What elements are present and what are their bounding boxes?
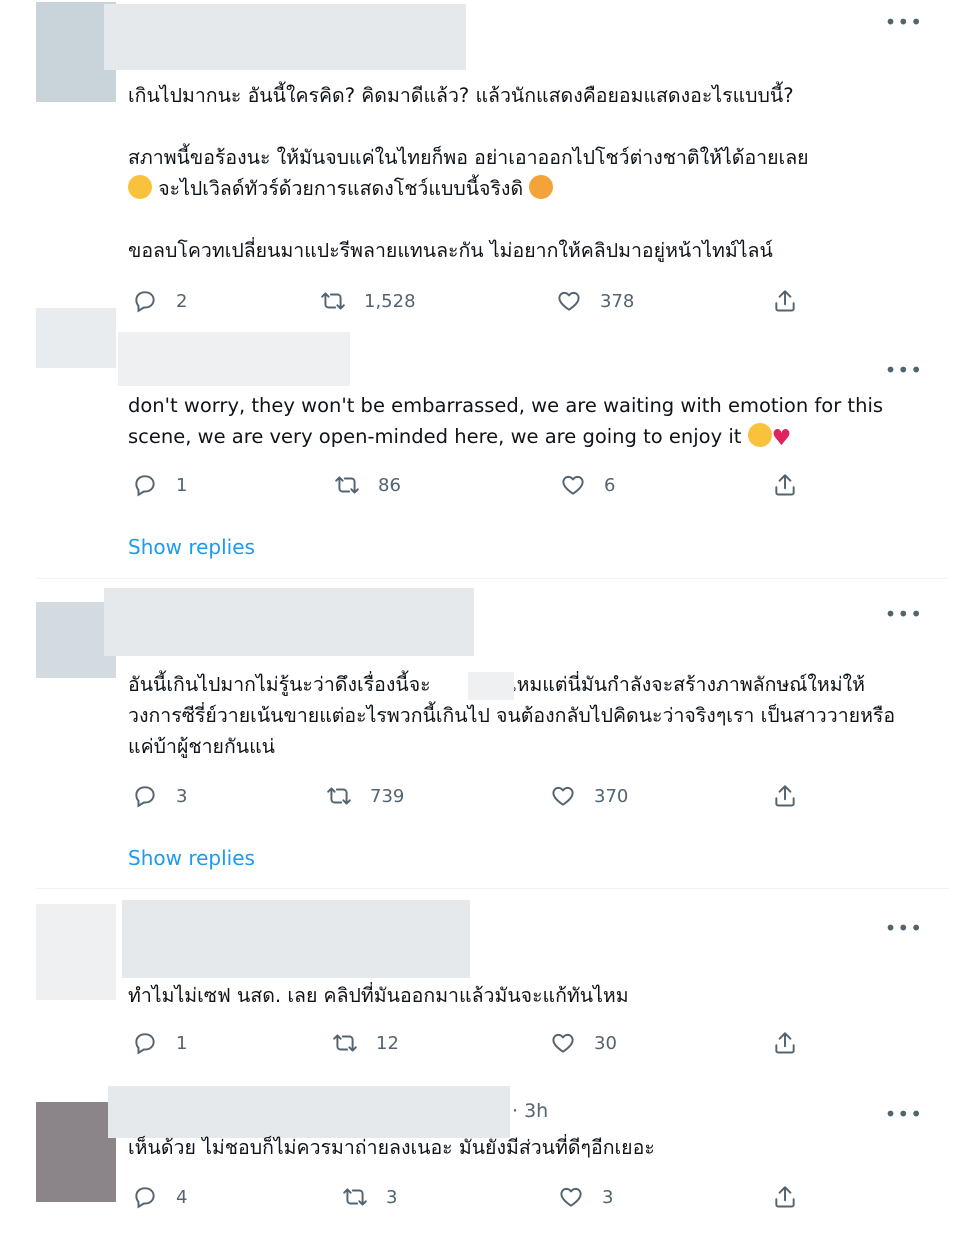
reply-icon xyxy=(135,475,155,497)
retweet-icon xyxy=(343,1188,367,1206)
tired-face-emoji-icon xyxy=(529,175,554,199)
show-replies-link[interactable]: Show replies xyxy=(128,846,255,870)
like-button[interactable]: 3 xyxy=(558,1184,613,1210)
tweet-actions: 3 739 370 xyxy=(128,783,848,813)
retweet-button[interactable]: 739 xyxy=(326,783,404,809)
like-button[interactable]: 378 xyxy=(556,288,634,314)
redacted-username xyxy=(108,1086,510,1138)
divider xyxy=(36,578,949,579)
like-icon xyxy=(552,786,574,806)
reply-icon xyxy=(135,1187,155,1209)
more-icon[interactable]: ••• xyxy=(885,918,923,938)
retweet-icon xyxy=(321,292,345,310)
retweet-count: 739 xyxy=(370,785,405,807)
like-icon xyxy=(558,291,580,311)
share-button[interactable] xyxy=(772,783,798,809)
redacted-username xyxy=(104,4,466,70)
like-count: 3 xyxy=(602,1186,614,1208)
tweet-actions: 1 12 30 xyxy=(128,1030,848,1060)
like-button[interactable]: 370 xyxy=(550,783,628,809)
reply-count: 4 xyxy=(176,1186,188,1208)
reply-button[interactable]: 2 xyxy=(132,288,187,314)
reply-icon xyxy=(135,1033,155,1055)
tweet-actions: 2 1,528 378 xyxy=(128,288,848,318)
redacted-username xyxy=(122,900,470,978)
retweet-icon xyxy=(327,787,351,805)
expressionless-emoji-icon xyxy=(128,175,152,199)
redacted-username xyxy=(118,332,350,386)
avatar[interactable] xyxy=(36,308,116,368)
like-count: 370 xyxy=(594,785,629,807)
avatar[interactable] xyxy=(36,904,116,1000)
like-count: 6 xyxy=(604,474,616,496)
redacted-username xyxy=(104,588,474,656)
like-icon xyxy=(552,1033,574,1053)
retweet-count: 3 xyxy=(386,1186,398,1208)
share-icon xyxy=(775,1186,795,1208)
retweet-count: 12 xyxy=(376,1032,399,1054)
tweet-actions: 1 86 6 xyxy=(128,472,848,502)
share-icon xyxy=(775,474,795,496)
reply-icon xyxy=(135,786,155,808)
tweet[interactable]: ••• don't worry, they won't be embarrass… xyxy=(0,308,971,580)
like-icon xyxy=(562,475,584,495)
reply-count: 2 xyxy=(176,290,188,312)
tweet[interactable]: ••• ทำไมไม่เซฟ นสด. เลย คลิปที่มันออกมาแ… xyxy=(0,890,971,1080)
like-icon xyxy=(560,1187,582,1207)
redacted-word xyxy=(468,672,514,700)
retweet-count: 86 xyxy=(378,474,401,496)
tweet[interactable]: ••• เกินไปมากนะ อันนี้ใครคิด? คิดมาดีแล้… xyxy=(0,0,971,330)
show-replies-link[interactable]: Show replies xyxy=(128,535,255,559)
reply-button[interactable]: 4 xyxy=(132,1184,187,1210)
share-button[interactable] xyxy=(772,472,798,498)
red-heart-emoji-icon: ♥ xyxy=(771,426,792,451)
avatar[interactable] xyxy=(36,1102,116,1202)
like-button[interactable]: 6 xyxy=(560,472,615,498)
like-count: 30 xyxy=(594,1032,617,1054)
tweet-actions: 4 3 3 xyxy=(128,1184,848,1214)
more-icon[interactable]: ••• xyxy=(885,12,923,32)
share-icon xyxy=(775,290,795,312)
retweet-count: 1,528 xyxy=(364,290,416,312)
share-button[interactable] xyxy=(772,288,798,314)
reply-button[interactable]: 1 xyxy=(132,472,187,498)
like-button[interactable]: 30 xyxy=(550,1030,617,1056)
tweet[interactable]: · 3h ••• เห็นด้วย ไม่ชอบก็ไม่ควรมาถ่ายลง… xyxy=(0,1080,971,1236)
reply-icon xyxy=(135,291,155,313)
tweet-text: don't worry, they won't be embarrassed, … xyxy=(128,394,890,451)
smiling-face-emoji-icon xyxy=(747,423,772,447)
divider xyxy=(36,888,949,889)
retweet-button[interactable]: 86 xyxy=(334,472,401,498)
reply-button[interactable]: 1 xyxy=(132,1030,187,1056)
tweet-text: เห็นด้วย ไม่ชอบก็ไม่ควรมาถ่ายลงเนอะ มันย… xyxy=(128,1136,655,1159)
retweet-icon xyxy=(333,1034,357,1052)
retweet-button[interactable]: 3 xyxy=(342,1184,397,1210)
more-icon[interactable]: ••• xyxy=(885,1104,923,1124)
share-icon xyxy=(775,1032,795,1054)
retweet-button[interactable]: 12 xyxy=(332,1030,399,1056)
share-button[interactable] xyxy=(772,1184,798,1210)
tweet[interactable]: ••• อันนี้เกินไปมากไม่รู้นะว่าดึงเรื่องน… xyxy=(0,580,971,890)
reply-count: 3 xyxy=(176,785,188,807)
share-button[interactable] xyxy=(772,1030,798,1056)
reply-count: 1 xyxy=(176,1032,188,1054)
share-icon xyxy=(775,785,795,807)
reply-count: 1 xyxy=(176,474,188,496)
retweet-icon xyxy=(335,476,359,494)
reply-button[interactable]: 3 xyxy=(132,783,187,809)
more-icon[interactable]: ••• xyxy=(885,604,923,624)
retweet-button[interactable]: 1,528 xyxy=(320,288,416,314)
tweet-text: เกินไปมากนะ อันนี้ใครคิด? คิดมาดีแล้ว? แ… xyxy=(128,84,809,262)
more-icon[interactable]: ••• xyxy=(885,360,923,380)
like-count: 378 xyxy=(600,290,635,312)
tweet-text: อันนี้เกินไปมากไม่รู้นะว่าดึงเรื่องนี้จะ… xyxy=(128,673,896,758)
tweet-text: ทำไมไม่เซฟ นสด. เลย คลิปที่มันออกมาแล้วม… xyxy=(128,984,629,1007)
tweet-timestamp[interactable]: · 3h xyxy=(512,1100,548,1122)
